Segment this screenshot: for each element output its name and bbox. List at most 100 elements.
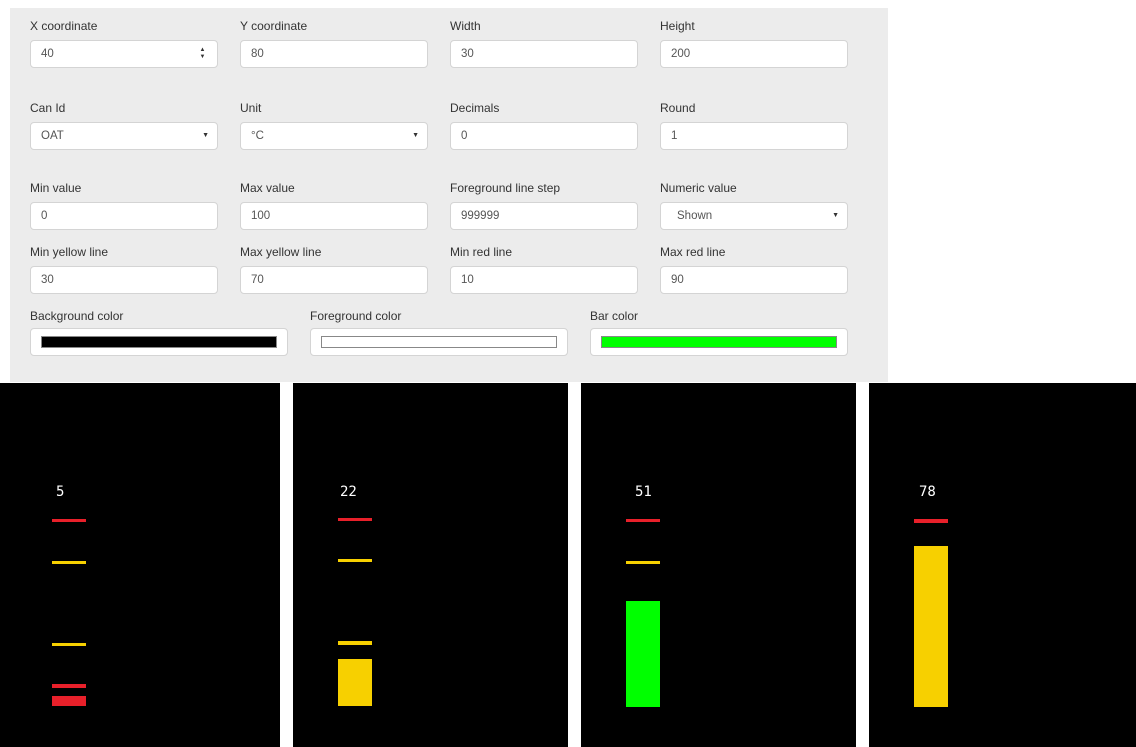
gauge-bar xyxy=(914,546,948,707)
height-label: Height xyxy=(660,19,695,33)
y-coordinate-field: Y coordinate xyxy=(240,19,307,33)
gauge-bar xyxy=(626,601,660,707)
foreground-line-step-field: Foreground line step xyxy=(450,181,560,195)
height-field: Height xyxy=(660,19,695,33)
dropdown-arrow-icon: ▼ xyxy=(832,212,839,219)
number-spinner-icon[interactable]: ▲ ▼ xyxy=(198,46,207,62)
max-red-line-marker xyxy=(626,519,660,522)
unit-field: Unit xyxy=(240,101,261,115)
width-field: Width xyxy=(450,19,481,33)
max-red-line-value: 90 xyxy=(671,274,684,286)
can-id-value: OAT xyxy=(41,130,64,142)
max-red-line-label: Max red line xyxy=(660,245,726,259)
max-value-input[interactable]: 100 xyxy=(240,202,428,230)
decimals-input[interactable]: 0 xyxy=(450,122,638,150)
max-red-line-input[interactable]: 90 xyxy=(660,266,848,294)
max-yellow-line-input[interactable]: 70 xyxy=(240,266,428,294)
min-red-line-input[interactable]: 10 xyxy=(450,266,638,294)
unit-select[interactable]: °C ▼ xyxy=(240,122,428,150)
min-red-line-label: Min red line xyxy=(450,245,513,259)
max-red-line-marker xyxy=(52,519,86,522)
gauge-bar xyxy=(338,659,372,706)
gauge-preview-1-svg: 5 xyxy=(52,484,86,706)
numeric-value-field: Numeric value xyxy=(660,181,737,195)
gauge-preview-3: 51 xyxy=(581,383,856,747)
width-label: Width xyxy=(450,19,481,33)
min-red-line-marker xyxy=(52,684,86,688)
foreground-color-field: Foreground color xyxy=(310,309,401,323)
can-id-label: Can Id xyxy=(30,101,66,115)
gauge-settings-form: X coordinate 40 ▲ ▼ Y coordinate 80 Width… xyxy=(10,8,888,382)
numeric-value-value: Shown xyxy=(677,210,713,222)
gauge-bar xyxy=(52,696,86,706)
width-value: 30 xyxy=(461,48,474,60)
max-red-line-marker xyxy=(914,519,948,523)
x-coordinate-field: X coordinate xyxy=(30,19,97,33)
min-yellow-line-field: Min yellow line xyxy=(30,245,108,259)
decimals-label: Decimals xyxy=(450,101,500,115)
y-coordinate-input[interactable]: 80 xyxy=(240,40,428,68)
y-coordinate-value: 80 xyxy=(251,48,264,60)
decimals-field: Decimals xyxy=(450,101,499,115)
numeric-value-select[interactable]: Shown ▼ xyxy=(660,202,848,230)
max-value-value: 100 xyxy=(251,210,271,222)
height-input[interactable]: 200 xyxy=(660,40,848,68)
foreground-line-step-input[interactable]: 999999 xyxy=(450,202,638,230)
max-value-label: Max value xyxy=(240,181,295,195)
x-coordinate-input[interactable]: 40 ▲ ▼ xyxy=(30,40,218,68)
min-yellow-line-label: Min yellow line xyxy=(30,245,109,259)
numeric-value-label: Numeric value xyxy=(660,181,737,195)
height-value: 200 xyxy=(671,48,691,60)
unit-label: Unit xyxy=(240,101,262,115)
min-red-line-field: Min red line xyxy=(450,245,512,259)
min-value-value: 0 xyxy=(41,210,48,222)
foreground-line-step-label: Foreground line step xyxy=(450,181,561,195)
width-input[interactable]: 30 xyxy=(450,40,638,68)
min-value-field: Min value xyxy=(30,181,81,195)
min-yellow-line-marker xyxy=(52,643,86,646)
dropdown-arrow-icon: ▼ xyxy=(412,132,419,139)
round-label: Round xyxy=(660,101,696,115)
gauge-preview-2-svg: 22 xyxy=(338,484,372,706)
gauge-value-label: 5 xyxy=(56,484,64,500)
can-id-field: Can Id xyxy=(30,101,65,115)
foreground-line-step-value: 999999 xyxy=(461,210,500,222)
gauge-preview-4: 78 xyxy=(869,383,1136,747)
min-value-label: Min value xyxy=(30,181,82,195)
max-red-line-field: Max red line xyxy=(660,245,725,259)
gauge-preview-2: 22 xyxy=(293,383,568,747)
can-id-select[interactable]: OAT ▼ xyxy=(30,122,218,150)
bar-color-swatch xyxy=(601,336,837,348)
bar-color-label: Bar color xyxy=(590,309,639,323)
max-yellow-line-marker xyxy=(626,561,660,564)
min-yellow-line-marker xyxy=(338,641,372,645)
background-color-label: Background color xyxy=(30,309,124,323)
max-yellow-line-marker xyxy=(52,561,86,564)
y-coordinate-label: Y coordinate xyxy=(240,19,308,33)
max-red-line-marker xyxy=(338,518,372,521)
x-coordinate-value: 40 xyxy=(41,48,54,60)
gauge-value-label: 51 xyxy=(635,484,652,500)
round-input[interactable]: 1 xyxy=(660,122,848,150)
gauge-preview-3-svg: 51 xyxy=(626,484,660,707)
background-color-picker[interactable] xyxy=(30,328,288,356)
gauge-value-label: 22 xyxy=(340,484,357,500)
min-value-input[interactable]: 0 xyxy=(30,202,218,230)
gauge-preview-1: 5 xyxy=(0,383,280,747)
gauge-preview-4-svg: 78 xyxy=(914,484,948,707)
foreground-color-picker[interactable] xyxy=(310,328,568,356)
round-field: Round xyxy=(660,101,695,115)
dropdown-arrow-icon: ▼ xyxy=(202,132,209,139)
foreground-color-swatch xyxy=(321,336,557,348)
max-yellow-line-marker xyxy=(338,559,372,562)
round-value: 1 xyxy=(671,130,678,142)
unit-value: °C xyxy=(251,130,264,142)
x-coordinate-label: X coordinate xyxy=(30,19,98,33)
min-red-line-value: 10 xyxy=(461,274,474,286)
max-yellow-line-label: Max yellow line xyxy=(240,245,322,259)
min-yellow-line-input[interactable]: 30 xyxy=(30,266,218,294)
gauge-value-label: 78 xyxy=(919,484,936,500)
bar-color-picker[interactable] xyxy=(590,328,848,356)
max-yellow-line-value: 70 xyxy=(251,274,264,286)
bar-color-field: Bar color xyxy=(590,309,638,323)
